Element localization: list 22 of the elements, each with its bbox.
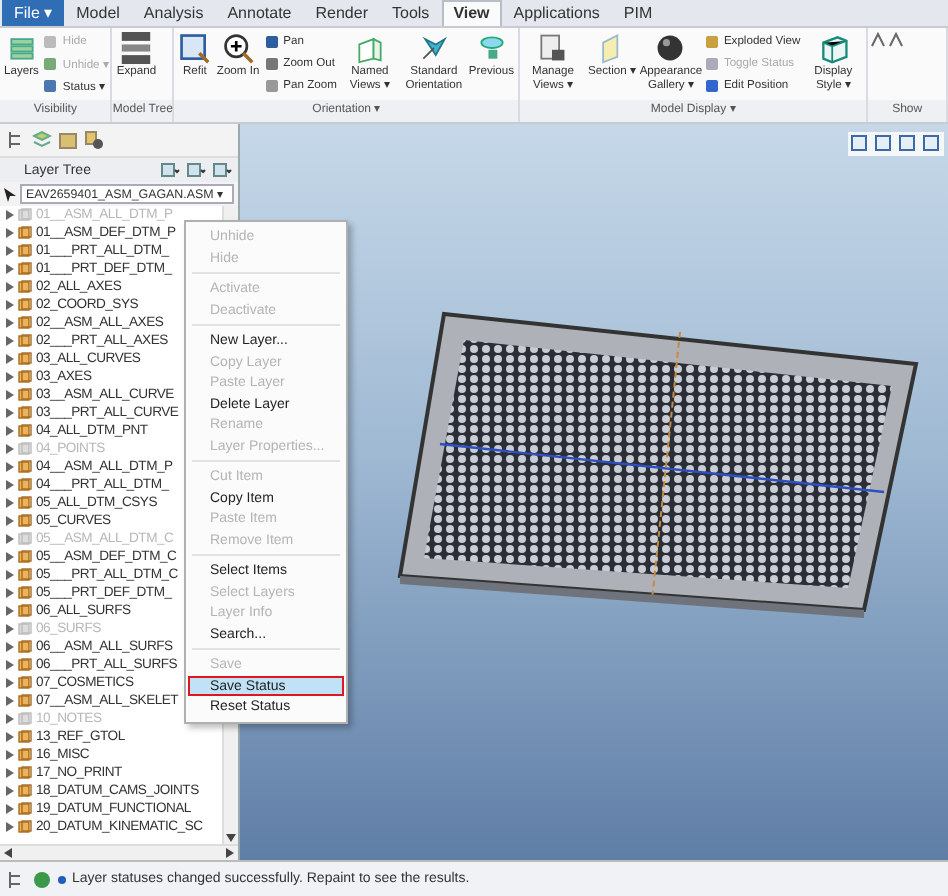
ribbon-tab[interactable]: Analysis (131, 0, 216, 26)
ribbon-tab[interactable]: Tools (380, 0, 442, 26)
ribbon-tab[interactable]: File ▾ (2, 0, 65, 26)
orientation-icon (417, 32, 450, 64)
ribbon-tab[interactable]: Render (303, 0, 380, 26)
ribbon-tab[interactable]: Applications (501, 0, 612, 26)
ribbon-tab[interactable]: View (441, 0, 502, 26)
ribbon-tab[interactable]: PIM (611, 0, 665, 26)
scroll-right-icon[interactable] (226, 848, 234, 858)
folder-icon[interactable] (58, 130, 78, 150)
dropdown-icon[interactable] (160, 160, 180, 180)
scroll-left-icon[interactable] (4, 848, 12, 858)
info-dot-icon (58, 875, 66, 883)
sphere-icon (654, 32, 687, 64)
previous-icon (475, 32, 508, 64)
layers-icon (5, 32, 38, 64)
pointer-icon[interactable] (4, 187, 16, 201)
dropdown-icon[interactable] (212, 160, 232, 180)
cube-icon (817, 32, 850, 64)
dropdown-icon[interactable] (186, 160, 206, 180)
ribbon-tab[interactable]: Model (64, 0, 132, 26)
ribbon-tab[interactable]: Annotate (215, 0, 304, 26)
